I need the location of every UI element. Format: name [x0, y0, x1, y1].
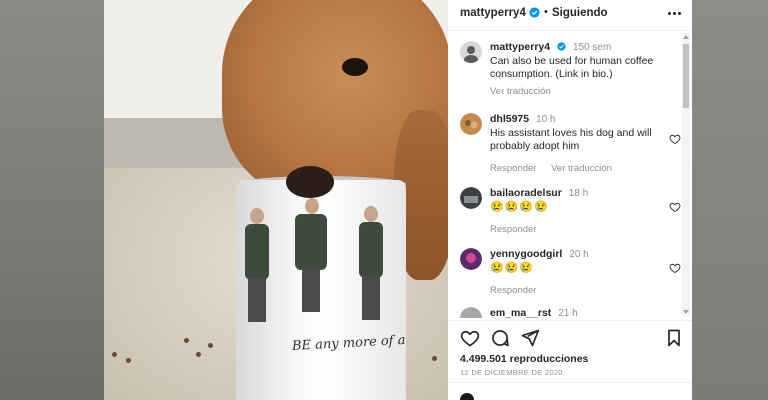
- post-details-panel: mattyperry4 • Siguiendo mattyperry4 150 …: [448, 0, 692, 400]
- footer-divider: [448, 320, 692, 321]
- scroll-down-arrow-icon[interactable]: [683, 309, 689, 315]
- separator-dot: •: [544, 6, 548, 18]
- save-icon[interactable]: [664, 328, 684, 348]
- post-actions: [460, 328, 684, 348]
- comment-time: 18 h: [568, 188, 589, 199]
- avatar[interactable]: [460, 187, 482, 209]
- comment-icon[interactable]: [490, 328, 510, 348]
- comment-username[interactable]: bailaoradelsur: [490, 187, 562, 199]
- following-button[interactable]: Siguiendo: [552, 7, 608, 19]
- mug-figure: [242, 208, 272, 328]
- comments-list[interactable]: mattyperry4 150 sem Can also be used for…: [448, 31, 692, 318]
- post-header: mattyperry4 • Siguiendo: [448, 0, 692, 28]
- translate-link[interactable]: Ver traducción: [551, 163, 612, 174]
- caption-time: 150 sem: [572, 42, 612, 53]
- mug-figure: [292, 198, 332, 318]
- add-comment-area[interactable]: [448, 382, 692, 400]
- more-icon[interactable]: [666, 5, 682, 21]
- like-icon[interactable]: [460, 328, 480, 348]
- comment-text: 😢😢😢: [490, 262, 535, 274]
- comment-username[interactable]: dhl5975: [490, 113, 529, 125]
- scroll-up-arrow-icon[interactable]: [683, 34, 689, 40]
- heart-icon[interactable]: [669, 133, 681, 145]
- caption-username[interactable]: mattyperry4: [490, 41, 550, 53]
- avatar[interactable]: [460, 307, 482, 318]
- avatar[interactable]: [460, 113, 482, 135]
- reply-link[interactable]: Responder: [490, 163, 536, 174]
- comment-username[interactable]: em_ma__rst: [490, 307, 551, 318]
- comment-text: His assistant loves his dog and will pro…: [490, 127, 652, 152]
- comment-username[interactable]: yennygoodgirl: [490, 248, 562, 260]
- page-backdrop-left: [0, 0, 104, 400]
- avatar[interactable]: [460, 248, 482, 270]
- comment-text: 😢😢😢😢: [490, 201, 549, 213]
- comment-time: 20 h: [569, 249, 589, 260]
- view-count[interactable]: 4.499.501 reproducciones: [460, 353, 588, 365]
- page-backdrop-right: [692, 0, 768, 400]
- verified-icon: [557, 42, 566, 51]
- comment-time: 21 h: [558, 308, 578, 318]
- translate-link[interactable]: Ver traducción: [490, 86, 551, 97]
- heart-icon[interactable]: [669, 262, 681, 274]
- reply-link[interactable]: Responder: [490, 224, 536, 235]
- verified-icon: [529, 7, 540, 18]
- caption-text: Can also be used for human coffee consum…: [490, 55, 654, 80]
- avatar[interactable]: [460, 41, 482, 63]
- comment-time: 10 h: [536, 114, 556, 125]
- reply-link[interactable]: Responder: [490, 285, 536, 296]
- share-icon[interactable]: [520, 328, 540, 348]
- avatar: [460, 393, 474, 400]
- mug-figure: [356, 206, 386, 326]
- author-username[interactable]: mattyperry4: [460, 7, 526, 19]
- heart-icon[interactable]: [669, 201, 681, 213]
- scrollbar-thumb[interactable]: [683, 44, 689, 108]
- post-video[interactable]: BE any more of a: [104, 0, 448, 400]
- post-date[interactable]: 12 DE DICIEMBRE DE 2020: [460, 368, 563, 377]
